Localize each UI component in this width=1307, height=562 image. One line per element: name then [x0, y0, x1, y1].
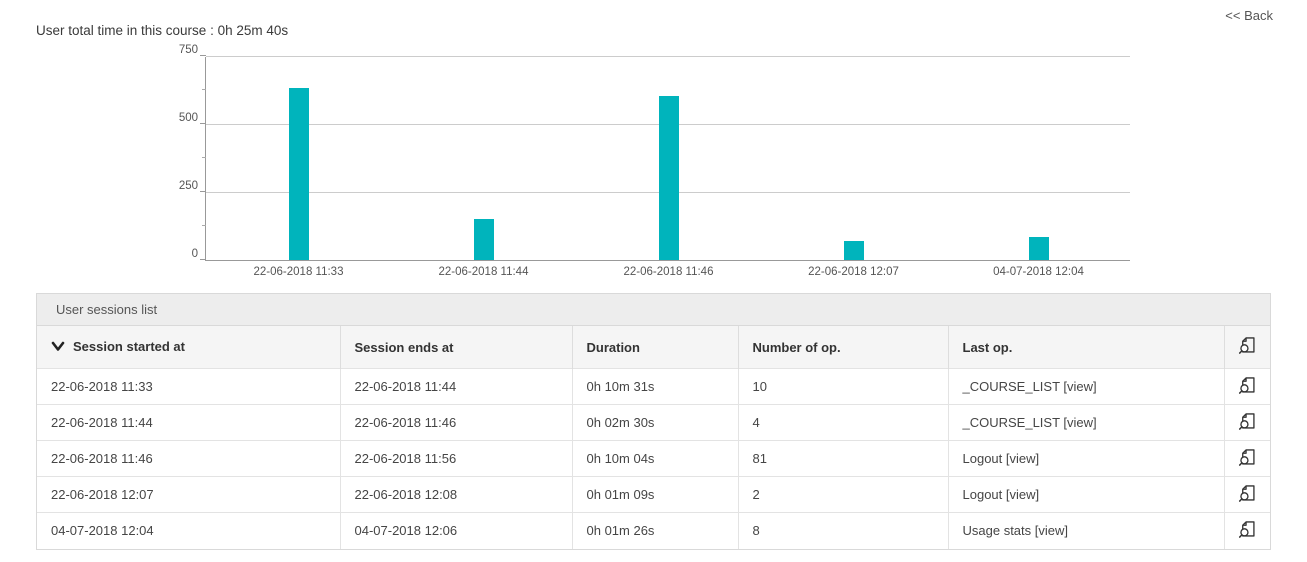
- column-header-last-op[interactable]: Last op.: [948, 326, 1224, 369]
- user-sessions-panel: User sessions list Session started at Se…: [36, 293, 1271, 550]
- session-started-cell: 04-07-2018 12:04: [37, 513, 340, 549]
- session-preview-cell: [1224, 405, 1270, 441]
- last-op-cell: Usage stats [view]: [948, 513, 1224, 549]
- y-axis-tick: [200, 259, 206, 260]
- session-started-cell: 22-06-2018 11:33: [37, 369, 340, 405]
- y-axis-minor-tick: [202, 89, 206, 90]
- session-ends-cell: 22-06-2018 11:56: [340, 441, 572, 477]
- number-of-op-cell: 10: [738, 369, 948, 405]
- bar: [659, 96, 679, 260]
- session-ends-cell: 22-06-2018 11:44: [340, 369, 572, 405]
- session-preview-cell: [1224, 477, 1270, 513]
- y-tick-label: 750: [156, 44, 198, 56]
- column-header-preview: [1224, 326, 1270, 369]
- session-started-cell: 22-06-2018 11:44: [37, 405, 340, 441]
- preview-icon[interactable]: [1238, 376, 1256, 395]
- y-axis-minor-tick: [202, 225, 206, 226]
- last-op-cell: Logout [view]: [948, 441, 1224, 477]
- x-tick-label: 22-06-2018 11:33: [207, 266, 391, 278]
- back-link[interactable]: << Back: [1225, 8, 1273, 23]
- last-op-cell: _COURSE_LIST [view]: [948, 405, 1224, 441]
- sort-desc-icon: [51, 340, 65, 355]
- bar: [474, 219, 494, 260]
- sessions-duration-chart: 025050075022-06-2018 11:3322-06-2018 11:…: [205, 57, 1130, 261]
- user-course-stats-page: << Back User total time in this course :…: [0, 0, 1307, 562]
- y-tick-label: 0: [156, 248, 198, 260]
- session-ends-cell: 04-07-2018 12:06: [340, 513, 572, 549]
- session-ends-cell: 22-06-2018 12:08: [340, 477, 572, 513]
- duration-cell: 0h 01m 09s: [572, 477, 738, 513]
- column-header-session-started[interactable]: Session started at: [37, 326, 340, 369]
- table-row: 22-06-2018 11:4622-06-2018 11:560h 10m 0…: [37, 441, 1270, 477]
- x-tick-label: 22-06-2018 12:07: [762, 266, 946, 278]
- x-tick-label: 22-06-2018 11:46: [577, 266, 761, 278]
- y-tick-label: 500: [156, 112, 198, 124]
- duration-cell: 0h 10m 31s: [572, 369, 738, 405]
- y-axis-tick: [200, 123, 206, 124]
- table-header-row: Session started at Session ends at Durat…: [37, 326, 1270, 369]
- x-tick-label: 22-06-2018 11:44: [392, 266, 576, 278]
- preview-icon[interactable]: [1238, 412, 1256, 431]
- session-preview-cell: [1224, 441, 1270, 477]
- number-of-op-cell: 81: [738, 441, 948, 477]
- duration-cell: 0h 01m 26s: [572, 513, 738, 549]
- table-row: 04-07-2018 12:0404-07-2018 12:060h 01m 2…: [37, 513, 1270, 549]
- sessions-table: Session started at Session ends at Durat…: [37, 326, 1270, 549]
- table-row: 22-06-2018 11:3322-06-2018 11:440h 10m 3…: [37, 369, 1270, 405]
- last-op-cell: Logout [view]: [948, 477, 1224, 513]
- session-preview-cell: [1224, 369, 1270, 405]
- table-row: 22-06-2018 11:4422-06-2018 11:460h 02m 3…: [37, 405, 1270, 441]
- session-ends-cell: 22-06-2018 11:46: [340, 405, 572, 441]
- column-header-session-ends[interactable]: Session ends at: [340, 326, 572, 369]
- y-axis-tick: [200, 191, 206, 192]
- table-row: 22-06-2018 12:0722-06-2018 12:080h 01m 0…: [37, 477, 1270, 513]
- preview-icon: [1238, 336, 1256, 355]
- number-of-op-cell: 2: [738, 477, 948, 513]
- column-header-label: Session started at: [73, 339, 185, 354]
- bar: [289, 88, 309, 260]
- y-axis-tick: [200, 55, 206, 56]
- bar: [1029, 237, 1049, 260]
- duration-cell: 0h 02m 30s: [572, 405, 738, 441]
- session-started-cell: 22-06-2018 12:07: [37, 477, 340, 513]
- last-op-cell: _COURSE_LIST [view]: [948, 369, 1224, 405]
- column-header-duration[interactable]: Duration: [572, 326, 738, 369]
- preview-icon[interactable]: [1238, 448, 1256, 467]
- y-axis-minor-tick: [202, 157, 206, 158]
- column-header-number-of-op[interactable]: Number of op.: [738, 326, 948, 369]
- session-preview-cell: [1224, 513, 1270, 549]
- duration-cell: 0h 10m 04s: [572, 441, 738, 477]
- preview-icon[interactable]: [1238, 484, 1256, 503]
- session-started-cell: 22-06-2018 11:46: [37, 441, 340, 477]
- y-tick-label: 250: [156, 180, 198, 192]
- page-title: User total time in this course : 0h 25m …: [36, 23, 288, 38]
- panel-title: User sessions list: [37, 294, 1270, 326]
- x-tick-label: 04-07-2018 12:04: [947, 266, 1131, 278]
- preview-icon[interactable]: [1238, 520, 1256, 539]
- gridline: [206, 56, 1130, 57]
- number-of-op-cell: 4: [738, 405, 948, 441]
- bar: [844, 241, 864, 260]
- number-of-op-cell: 8: [738, 513, 948, 549]
